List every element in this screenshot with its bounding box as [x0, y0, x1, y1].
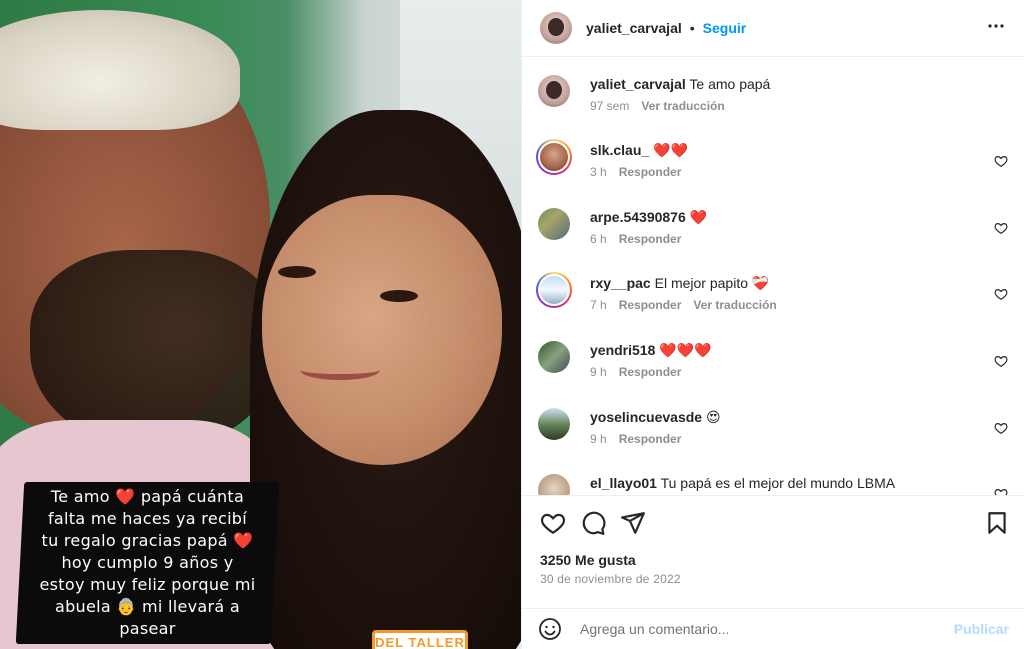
post-side-panel: yaliet_carvajal • Seguir yaliet_carvajal…: [521, 0, 1024, 649]
publish-button[interactable]: Publicar: [954, 621, 1009, 637]
comment-input[interactable]: [580, 621, 954, 637]
comment-text: ❤️: [689, 209, 708, 225]
separator-dot: •: [689, 20, 695, 36]
caption: yaliet_carvajal Te amo papá 97 sem Ver tr…: [538, 75, 1008, 119]
comment-time[interactable]: 6 h: [590, 232, 607, 246]
story-line: tu regalo gracias papá ❤️: [41, 531, 254, 550]
comment-time[interactable]: 9 h: [590, 365, 607, 379]
comments-list[interactable]: yaliet_carvajal Te amo papá 97 sem Ver tr…: [522, 57, 1024, 495]
caption-username[interactable]: yaliet_carvajal: [590, 76, 686, 92]
action-bar: [538, 510, 1008, 536]
reply-button[interactable]: Responder: [619, 365, 682, 379]
story-line: abuela 👵 mi llevará a: [55, 597, 240, 616]
heart-icon[interactable]: [994, 354, 1008, 368]
photo-mouth: [300, 360, 380, 380]
avatar[interactable]: [538, 208, 570, 240]
photo-eye-left: [278, 266, 316, 278]
reply-button[interactable]: Responder: [619, 432, 682, 446]
post-author-username[interactable]: yaliet_carvajal: [586, 20, 682, 36]
reply-button[interactable]: Responder: [619, 165, 682, 179]
comment-username[interactable]: el_llayo01: [590, 475, 657, 491]
comment-username[interactable]: yoselincuevasde: [590, 409, 702, 425]
story-sticker: DEL TALLER: [372, 630, 468, 649]
comment-item: arpe.54390876 ❤️ 6 h Responder: [538, 208, 1008, 252]
story-line: pasear: [119, 619, 176, 638]
avatar[interactable]: [538, 341, 570, 373]
heart-icon[interactable]: [994, 487, 1008, 495]
comment-item: yendri518 ❤️❤️❤️ 9 h Responder: [538, 341, 1008, 385]
heart-icon[interactable]: [994, 287, 1008, 301]
post-header: yaliet_carvajal • Seguir: [522, 0, 1024, 57]
heart-icon[interactable]: [540, 510, 566, 536]
avatar[interactable]: [538, 75, 570, 107]
post-date: 30 de noviembre de 2022: [540, 572, 681, 586]
comment-text: ❤️❤️❤️: [659, 342, 712, 358]
emoji-icon[interactable]: [538, 617, 562, 641]
caption-text: Te amo papá: [689, 76, 771, 92]
comment-item: slk.clau_ ❤️❤️ 3 h Responder: [536, 139, 1008, 185]
avatar[interactable]: [538, 408, 570, 440]
comment-username[interactable]: slk.clau_: [590, 142, 649, 158]
avatar: [538, 141, 570, 173]
comment-time[interactable]: 7 h: [590, 298, 607, 312]
comment-item: rxy__pac El mejor papito ❤️‍🩹 7 h Respond…: [536, 272, 1008, 318]
follow-button[interactable]: Seguir: [703, 20, 747, 36]
story-line: falta me haces ya recibí: [47, 509, 248, 528]
avatar[interactable]: [538, 474, 570, 495]
more-options-icon[interactable]: [984, 14, 1008, 43]
heart-icon[interactable]: [994, 154, 1008, 168]
reply-button[interactable]: Responder: [619, 232, 682, 246]
comment-username[interactable]: arpe.54390876: [590, 209, 686, 225]
avatar: [538, 274, 570, 306]
story-line: hoy cumplo 9 años y: [61, 553, 234, 572]
comment-icon[interactable]: [580, 510, 606, 536]
comment-text: Tu papá es el mejor del mundo LBMA: [660, 475, 896, 491]
post-media[interactable]: Te amo ❤️ papá cuánta falta me haces ya …: [0, 0, 521, 649]
avatar[interactable]: [540, 12, 572, 44]
photo-eye-right: [380, 290, 418, 302]
comment-username[interactable]: rxy__pac: [590, 275, 651, 291]
comment-text: 😍: [705, 409, 721, 425]
translate-link[interactable]: Ver traducción: [693, 298, 776, 312]
photo-girl-face: [262, 195, 502, 465]
story-ring[interactable]: [536, 272, 572, 308]
comment-item: el_llayo01 Tu papá es el mejor del mundo…: [538, 474, 1008, 495]
post-actions: 3250 Me gusta 30 de noviembre de 2022: [522, 495, 1024, 608]
heart-icon[interactable]: [994, 421, 1008, 435]
heart-icon[interactable]: [994, 221, 1008, 235]
comment-text: El mejor papito ❤️‍🩹: [654, 275, 770, 291]
story-line: estoy muy feliz porque mi: [39, 575, 256, 594]
comment-time[interactable]: 9 h: [590, 432, 607, 446]
story-ring[interactable]: [536, 139, 572, 175]
comment-composer: Publicar: [522, 608, 1024, 649]
comment-text: ❤️❤️: [653, 142, 688, 158]
story-text-overlay: Te amo ❤️ papá cuánta falta me haces ya …: [15, 482, 280, 644]
comment-time[interactable]: 3 h: [590, 165, 607, 179]
caption-time[interactable]: 97 sem: [590, 99, 629, 113]
comment-item: yoselincuevasde 😍 9 h Responder: [538, 408, 1008, 452]
translate-link[interactable]: Ver traducción: [641, 99, 724, 113]
reply-button[interactable]: Responder: [619, 298, 682, 312]
story-line: Te amo ❤️ papá cuánta: [50, 487, 245, 506]
likes-count[interactable]: 3250 Me gusta: [540, 552, 636, 568]
comment-username[interactable]: yendri518: [590, 342, 655, 358]
bookmark-icon[interactable]: [984, 510, 1010, 536]
share-icon[interactable]: [620, 510, 646, 536]
